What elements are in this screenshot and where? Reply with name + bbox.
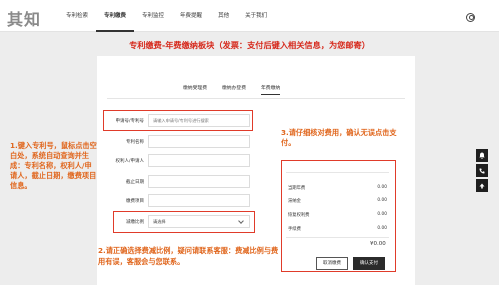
patent-number-label: 申请号/专利号 bbox=[115, 118, 144, 124]
nav-item-patent-monitor[interactable]: 专利监控 bbox=[134, 0, 172, 32]
owner-input[interactable] bbox=[148, 154, 250, 167]
field-reduction-ratio: 减缴比例 请选择 bbox=[112, 215, 250, 228]
fee-name: 滞纳金 bbox=[288, 199, 301, 204]
tab-annual-fee[interactable]: 年费缴纳 bbox=[261, 80, 281, 95]
confirm-payment-button[interactable]: 确认支付 bbox=[353, 257, 385, 270]
fee-name: 手续费 bbox=[288, 227, 301, 232]
fee-amount: 0.00 bbox=[377, 185, 387, 190]
divider bbox=[107, 98, 405, 99]
deadline-input[interactable] bbox=[148, 175, 250, 188]
deadline-label: 截止日期 bbox=[126, 179, 144, 185]
field-owner: 权利人/申请人 bbox=[112, 154, 250, 167]
phone-icon[interactable] bbox=[476, 164, 488, 177]
field-fee-item: 缴费项目 bbox=[112, 194, 250, 207]
owner-label: 权利人/申请人 bbox=[115, 158, 144, 164]
field-patent-name: 专利名称 bbox=[112, 135, 250, 148]
total-amount: ¥0.00 bbox=[370, 241, 386, 247]
logo[interactable]: 其知 bbox=[7, 6, 41, 30]
fee-item-label: 缴费项目 bbox=[126, 198, 144, 204]
fee-name: 当期年费 bbox=[288, 186, 306, 191]
top-bar: 其知 专利检索 专利缴费 专利监控 年费提醒 其他 关于我们 bbox=[0, 0, 499, 32]
patent-name-label: 专利名称 bbox=[126, 139, 144, 145]
tab-registration-fee[interactable]: 缴纳办登费 bbox=[222, 80, 246, 95]
note-step-2: 2.请正确选择费减比例，疑问请联系客服：费减比例与费用有误，客服会与您联系。 bbox=[98, 246, 279, 266]
note-step-3: 3.请仔细核对费用，确认无误点击支付。 bbox=[281, 128, 397, 147]
fee-row: 恢复权利费 0.00 bbox=[288, 212, 387, 218]
patent-name-input[interactable] bbox=[148, 135, 250, 148]
fee-item-input[interactable] bbox=[148, 194, 250, 207]
fee-row: 当期年费 0.00 bbox=[288, 185, 387, 191]
field-deadline: 截止日期 bbox=[112, 175, 250, 188]
fee-name: 恢复权利费 bbox=[288, 213, 310, 218]
field-patent-number: 申请号/专利号 bbox=[112, 114, 250, 127]
reduction-ratio-label: 减缴比例 bbox=[126, 219, 144, 225]
fee-divider-bottom bbox=[286, 237, 389, 238]
back-to-top-icon[interactable] bbox=[476, 179, 488, 192]
tab-acceptance-fee[interactable]: 缴纳受理费 bbox=[183, 80, 207, 95]
patent-number-input[interactable] bbox=[148, 114, 250, 127]
side-toolbar bbox=[476, 149, 488, 194]
page-headline: 专利缴费-年费缴纳板块（发票：支付后键入相关信息，为您邮寄） bbox=[129, 40, 370, 50]
fee-row: 滞纳金 0.00 bbox=[288, 198, 387, 204]
bell-icon[interactable] bbox=[476, 149, 488, 162]
reduction-ratio-select[interactable]: 请选择 bbox=[148, 215, 250, 228]
fee-divider-top bbox=[286, 172, 389, 173]
nav-item-annual-fee-reminder[interactable]: 年费提醒 bbox=[172, 0, 210, 32]
fee-amount: 0.00 bbox=[377, 198, 387, 203]
fee-amount: 0.00 bbox=[377, 212, 387, 217]
nav-item-other[interactable]: 其他 bbox=[210, 0, 237, 32]
nav-item-about-us[interactable]: 关于我们 bbox=[237, 0, 275, 32]
fee-type-tabs: 缴纳受理费 缴纳办登费 年费缴纳 bbox=[183, 80, 295, 95]
fee-amount: 0.00 bbox=[377, 226, 387, 231]
fee-row: 手续费 0.00 bbox=[288, 226, 387, 232]
note-step-1: 1.键入专利号，鼠标点击空白处，系统自动查询并生成：专利名称，权利人/申请人，截… bbox=[10, 141, 97, 190]
cancel-payment-button[interactable]: 取消缴费 bbox=[316, 257, 348, 270]
nav-item-patent-payment[interactable]: 专利缴费 bbox=[96, 0, 135, 32]
main-nav: 专利检索 专利缴费 专利监控 年费提醒 其他 关于我们 bbox=[58, 0, 275, 32]
user-icon[interactable] bbox=[466, 13, 475, 22]
nav-item-patent-search[interactable]: 专利检索 bbox=[58, 0, 96, 32]
